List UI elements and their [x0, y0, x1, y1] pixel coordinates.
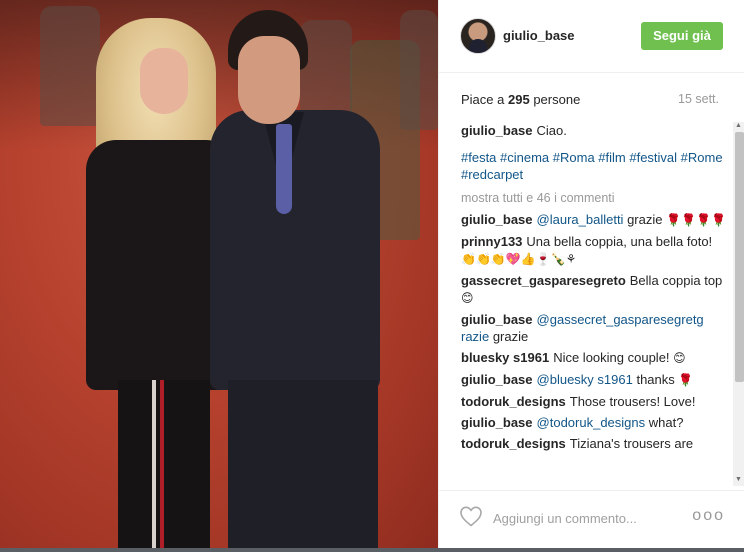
- post-timestamp[interactable]: 15 sett.: [678, 92, 719, 106]
- comment-emoji: 🌹: [678, 373, 694, 387]
- post-photo[interactable]: [0, 0, 438, 548]
- post-header: giulio_base Segui già: [439, 0, 744, 73]
- comment-emoji: 😊: [673, 351, 686, 365]
- comment-username[interactable]: giulio_base: [461, 372, 533, 387]
- comment-item: prinny133 Una bella coppia, una bella fot…: [461, 233, 727, 268]
- comment-emoji: 👏👏👏💖👍🍷🍾⚘: [461, 252, 577, 266]
- scrollbar-thumb[interactable]: [735, 132, 744, 382]
- comment-username[interactable]: giulio_base: [461, 312, 533, 327]
- comment-item: todoruk_designs Tiziana's trousers are: [461, 435, 727, 452]
- comment-mention[interactable]: @bluesky s1961: [537, 372, 633, 387]
- comment-item: bluesky s1961 Nice looking couple! 😊: [461, 349, 727, 367]
- heart-icon[interactable]: [459, 505, 483, 527]
- comment-item: todoruk_designs Those trousers! Love!: [461, 393, 727, 410]
- comment-text: grazie: [492, 329, 529, 344]
- show-all-comments-link[interactable]: mostra tutti e 46 i commenti: [461, 191, 727, 205]
- comment-item: giulio_base @gassecret_gasparesegretg raz…: [461, 311, 727, 345]
- post-details-panel: giulio_base Segui già Piace a 295 person…: [438, 0, 744, 552]
- add-comment-input[interactable]: [491, 507, 695, 529]
- comment-text: what?: [648, 415, 684, 430]
- window-bottom-border: [0, 548, 744, 552]
- more-options-icon[interactable]: ooo: [692, 507, 725, 525]
- comment-emoji: 🌹🌹🌹🌹: [666, 213, 726, 227]
- follow-button[interactable]: Segui già: [641, 22, 723, 50]
- instagram-post-view: giulio_base Segui già Piace a 295 person…: [0, 0, 744, 552]
- comment-username[interactable]: todoruk_designs: [461, 436, 566, 451]
- comment-text: Bella coppia top: [629, 273, 723, 288]
- avatar[interactable]: [460, 18, 496, 54]
- caption-hashtags[interactable]: #festa #cinema #Roma #film #festival #Ro…: [461, 149, 727, 183]
- caption-username[interactable]: giulio_base: [461, 123, 533, 138]
- comment-username[interactable]: gassecret_gasparesegreto: [461, 273, 626, 288]
- post-footer: ooo: [439, 490, 744, 549]
- scroll-up-arrow-icon[interactable]: ▲: [735, 122, 742, 129]
- comment-text: Tiziana's trousers are: [569, 436, 694, 451]
- comment-mention[interactable]: @todoruk_designs: [537, 415, 646, 430]
- comment-username[interactable]: giulio_base: [461, 415, 533, 430]
- comment-item: giulio_base @laura_balletti grazie 🌹🌹🌹🌹: [461, 211, 727, 229]
- comment-username[interactable]: giulio_base: [461, 212, 533, 227]
- comment-mention[interactable]: @laura_balletti: [537, 212, 624, 227]
- comment-rows: giulio_base @laura_balletti grazie 🌹🌹🌹🌹 pr…: [461, 211, 727, 452]
- post-username[interactable]: giulio_base: [503, 28, 575, 43]
- comment-username[interactable]: todoruk_designs: [461, 394, 566, 409]
- comment-text: grazie: [627, 212, 663, 227]
- comment-emoji: 😊: [461, 291, 474, 305]
- comment-username[interactable]: prinny133: [461, 234, 522, 249]
- comment-item: gassecret_gasparesegreto Bella coppia top…: [461, 272, 727, 307]
- comment-text: Una bella coppia, una bella foto!: [526, 234, 713, 249]
- scroll-down-arrow-icon[interactable]: ▼: [735, 476, 742, 483]
- comment-item: giulio_base @todoruk_designs what?: [461, 414, 727, 431]
- comment-text: Those trousers! Love!: [569, 394, 696, 409]
- comments-list[interactable]: giulio_base Ciao. #festa #cinema #Roma #f…: [461, 122, 727, 484]
- caption-text: Ciao.: [536, 123, 567, 138]
- comment-item: giulio_base @bluesky s1961 thanks 🌹: [461, 371, 727, 389]
- comment-text: thanks: [636, 372, 675, 387]
- comment-username[interactable]: bluesky s1961: [461, 350, 549, 365]
- likes-count[interactable]: Piace a 295 persone: [461, 92, 580, 107]
- comment-text: Nice looking couple!: [553, 350, 670, 365]
- caption: giulio_base Ciao.: [461, 122, 727, 139]
